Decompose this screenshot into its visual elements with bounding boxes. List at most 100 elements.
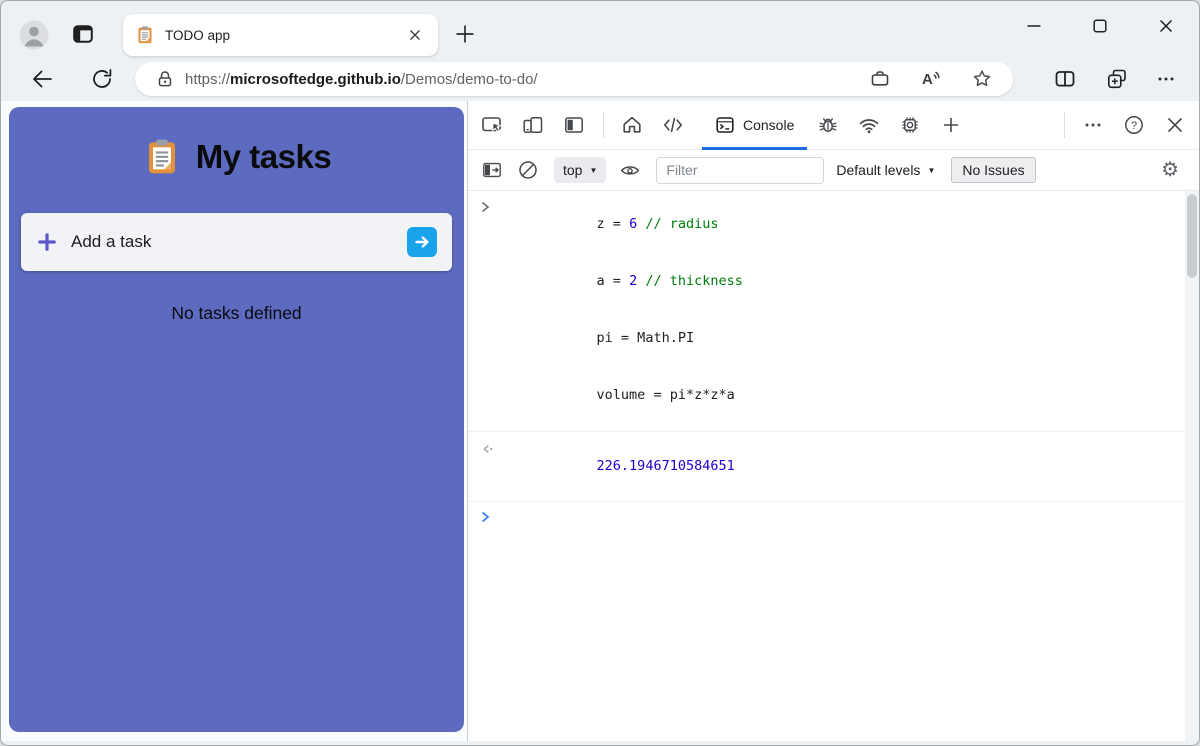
tab-actions-icon: [73, 25, 93, 43]
context-selector-value: top: [563, 162, 583, 178]
favorites-star-button[interactable]: [971, 68, 993, 90]
devtools-home-tab[interactable]: [620, 113, 644, 137]
clear-block-icon: [519, 161, 537, 179]
console-sidebar-button[interactable]: [480, 158, 504, 182]
console-output[interactable]: z = 6// radius a = 2// thickness pi = Ma…: [468, 191, 1199, 741]
no-issues-button[interactable]: No Issues: [951, 157, 1036, 183]
clear-console-button[interactable]: [516, 158, 540, 182]
split-screen-button[interactable]: [1053, 67, 1077, 91]
help-icon: ?: [1125, 116, 1143, 134]
console-scrollbar[interactable]: [1185, 191, 1199, 741]
plus-icon: [38, 233, 56, 251]
performance-button[interactable]: [898, 113, 922, 137]
console-line: a = 2// thickness: [596, 273, 743, 289]
profile-button[interactable]: [19, 20, 49, 50]
tab-actions-button[interactable]: [71, 22, 95, 51]
read-aloud-button[interactable]: A: [919, 67, 943, 91]
network-conditions-button[interactable]: [857, 113, 881, 137]
log-levels-dropdown[interactable]: Default levels ▼: [836, 162, 935, 178]
cpu-chip-icon: [902, 117, 918, 133]
url-scheme: https://: [185, 70, 231, 88]
star-icon: [973, 70, 991, 87]
add-task-button[interactable]: Add a task: [21, 213, 452, 271]
filter-input[interactable]: [656, 156, 825, 184]
app-install-button[interactable]: [869, 68, 891, 90]
log-levels-value: Default levels: [836, 162, 921, 178]
chevron-down-icon: ▼: [589, 165, 598, 175]
console-terminal-icon: [716, 117, 734, 133]
more-tools-button[interactable]: [939, 113, 963, 137]
plus-icon: [456, 25, 474, 43]
close-icon: [1159, 19, 1173, 33]
browser-toolbar: https://microsoftedge.github.io/Demos/de…: [1, 57, 1199, 101]
browser-tab[interactable]: TODO app: [123, 14, 438, 56]
gear-icon: ⚙: [1161, 159, 1179, 181]
chevron-right-icon: [481, 201, 490, 213]
page-title: My tasks: [195, 138, 332, 175]
console-line: volume = pi*z*z*a: [596, 387, 735, 403]
svg-text:?: ?: [1131, 120, 1137, 132]
toolbar-separator: [1064, 112, 1065, 138]
back-button[interactable]: [29, 66, 55, 92]
device-emulation-button[interactable]: [521, 113, 545, 137]
add-task-label: Add a task: [71, 232, 152, 251]
no-issues-label: No Issues: [962, 162, 1025, 178]
collections-button[interactable]: [1105, 67, 1129, 91]
minimize-button[interactable]: [1025, 17, 1043, 35]
ellipsis-icon: [1085, 123, 1101, 127]
device-toolbar-icon: [523, 117, 543, 133]
window-controls: [1025, 1, 1199, 51]
submit-task-button[interactable]: [407, 227, 437, 257]
console-line: z = 6// radius: [468, 196, 1199, 253]
dock-panel-icon: [565, 117, 583, 133]
empty-tasks-message: No tasks defined: [171, 303, 302, 323]
live-expression-button[interactable]: [618, 158, 642, 182]
refresh-button[interactable]: [89, 66, 115, 92]
tab-console[interactable]: Console: [702, 101, 808, 150]
close-icon: [410, 30, 420, 40]
browser-menu-button[interactable]: [1157, 70, 1175, 88]
tab-strip: TODO app: [1, 1, 1199, 57]
toolbar-right-actions: [1053, 57, 1199, 101]
briefcase-icon: [871, 71, 889, 86]
arrow-right-icon: [415, 236, 429, 248]
new-tab-button[interactable]: [453, 22, 477, 51]
minimize-icon: [1027, 25, 1041, 27]
clipboard-favicon-icon: [138, 26, 152, 44]
inspect-element-button[interactable]: [480, 113, 504, 137]
page-content: My tasks Add a task No tasks defined: [1, 101, 467, 741]
avatar-icon: [19, 20, 49, 50]
devtools-close-button[interactable]: [1163, 113, 1187, 137]
content-area: My tasks Add a task No tasks defined Con…: [1, 101, 1199, 741]
issues-bug-button[interactable]: [816, 113, 840, 137]
scrollbar-thumb[interactable]: [1187, 194, 1197, 278]
console-settings-button[interactable]: ⚙: [1161, 160, 1179, 180]
console-line: pi = Math.PI: [596, 330, 695, 346]
clipboard-icon: [148, 139, 175, 174]
plus-icon: [944, 118, 959, 132]
close-icon: [1167, 117, 1183, 133]
todo-app-panel: My tasks Add a task No tasks defined: [9, 107, 464, 732]
back-arrow-icon: [33, 70, 52, 88]
maximize-button[interactable]: [1091, 17, 1109, 35]
dock-side-button[interactable]: [562, 113, 586, 137]
wifi-icon: [860, 119, 879, 134]
tab-title: TODO app: [165, 27, 231, 43]
svg-text:A: A: [922, 71, 933, 88]
maximize-icon: [1093, 19, 1107, 33]
refresh-icon: [93, 69, 112, 88]
devtools-help-button[interactable]: ?: [1122, 113, 1146, 137]
tab-close-button[interactable]: [404, 24, 426, 46]
console-prompt[interactable]: [468, 502, 1199, 532]
context-selector-dropdown[interactable]: top ▼: [554, 157, 607, 183]
close-window-button[interactable]: [1157, 17, 1175, 35]
active-tab-underline: [702, 146, 808, 150]
code-icon: [664, 117, 682, 133]
read-aloud-icon: A: [922, 71, 940, 88]
ellipsis-icon: [1158, 77, 1174, 81]
devtools-menu-button[interactable]: [1081, 113, 1105, 137]
devtools-elements-tab[interactable]: [661, 113, 685, 137]
collections-icon: [1107, 69, 1126, 89]
split-screen-icon: [1055, 71, 1075, 87]
address-bar[interactable]: https://microsoftedge.github.io/Demos/de…: [135, 62, 1013, 96]
